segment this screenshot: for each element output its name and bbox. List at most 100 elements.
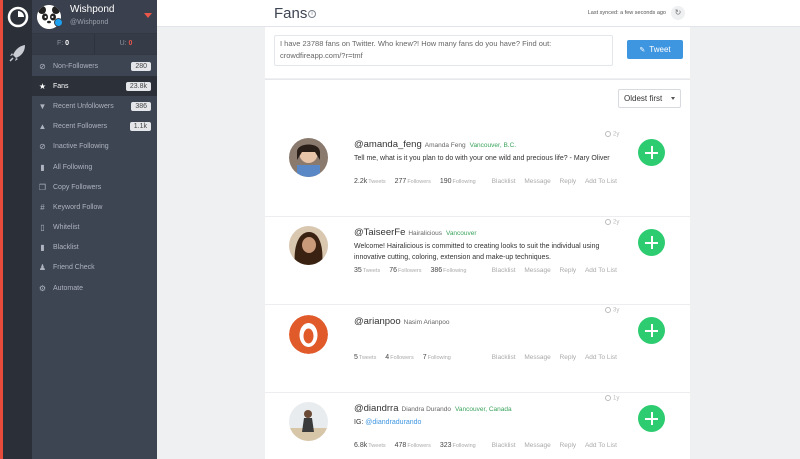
page-header: Fans i Last synced: a few seconds ago ↻ — [157, 0, 800, 27]
list-item: @diandrra Diandra Durando Vancouver, Canad… — [265, 393, 690, 459]
message-link[interactable]: Message — [524, 178, 550, 185]
star-icon: ★ — [38, 81, 47, 91]
refresh-icon[interactable]: ↻ — [671, 6, 685, 20]
sync-status: Last synced: a few seconds ago — [587, 10, 666, 16]
account-handle: @Wishpond — [70, 19, 109, 26]
follow-button[interactable] — [638, 317, 665, 344]
hashtag-icon: # — [40, 202, 45, 212]
caret-down-icon — [671, 97, 675, 100]
sidebar: Wishpond @Wishpond F: 0 U: 0 ⊘ Non-Follo… — [32, 0, 157, 459]
sidebar-item-recent-followers[interactable]: ▲ Recent Followers 1.1k — [32, 117, 157, 137]
sidebar-item-keyword-follow[interactable]: # Keyword Follow — [32, 197, 157, 217]
chevron-down-icon[interactable] — [144, 13, 152, 18]
blacklist-link[interactable]: Blacklist — [492, 267, 516, 274]
sidebar-item-non-followers[interactable]: ⊘ Non-Followers 280 — [32, 56, 157, 76]
user-handle[interactable]: @arianpoo Nasim Arianpoo — [354, 316, 450, 327]
reply-link[interactable]: Reply — [560, 354, 577, 361]
sidebar-item-fans[interactable]: ★ Fans 23.8k — [32, 76, 157, 97]
reply-link[interactable]: Reply — [560, 178, 577, 185]
item-count: 23.8k — [125, 81, 151, 91]
add-to-list-link[interactable]: Add To List — [585, 267, 617, 274]
sort-dropdown[interactable]: Oldest first — [618, 89, 681, 108]
user-stats: 5Tweets 4Followers 7Following — [354, 354, 451, 361]
file-icon: ▮ — [40, 162, 45, 172]
sidebar-item-automate[interactable]: ⚙ Automate — [32, 278, 157, 298]
clock-icon — [605, 307, 611, 313]
user-handle[interactable]: @TaiseerFe Hairalicious Vancouver — [354, 227, 477, 238]
user-bio: Welcome! Hairalicious is committed to cr… — [354, 243, 600, 261]
sidebar-item-friend-check[interactable]: ♟ Friend Check — [32, 258, 157, 278]
user-bio: Tell me, what is it you plan to do with … — [354, 155, 610, 162]
gears-icon: ⚙ — [38, 283, 47, 293]
unfollow-count: U: 0 — [94, 34, 157, 54]
fans-count: F: 0 — [56, 40, 70, 47]
add-to-list-link[interactable]: Add To List — [585, 354, 617, 361]
app-rail — [0, 0, 32, 459]
thumbs-down-icon: ▼ — [38, 101, 47, 111]
share-panel: I have 23788 fans on Twitter. Who knew?!… — [265, 27, 690, 78]
add-to-list-link[interactable]: Add To List — [585, 178, 617, 185]
sidebar-item-recent-unfollowers[interactable]: ▼ Recent Unfollowers 386 — [32, 96, 157, 116]
fans-list: Oldest first @amanda_feng Amanda Feng Vanc… — [265, 79, 690, 459]
item-count: 280 — [131, 61, 151, 71]
message-link[interactable]: Message — [524, 354, 550, 361]
people-icon: ♟ — [38, 263, 47, 273]
twitter-badge-icon — [54, 18, 63, 27]
add-to-list-link[interactable]: Add To List — [585, 442, 617, 449]
sidebar-item-copy-followers[interactable]: ❐ Copy Followers — [32, 177, 157, 197]
list-item: @arianpoo Nasim Arianpoo 3y 5Tweets 4Foll… — [265, 305, 690, 393]
follow-button[interactable] — [638, 229, 665, 256]
whitelist-icon: ▯ — [40, 223, 45, 233]
user-bio: IG: @diandradurando — [354, 419, 422, 426]
account-switcher[interactable]: Wishpond @Wishpond — [32, 0, 157, 33]
list-item: @amanda_feng Amanda Feng Vancouver, B.C. T… — [265, 129, 690, 217]
bio-link[interactable]: @diandradurando — [365, 419, 421, 426]
user-handle[interactable]: @diandrra Diandra Durando Vancouver, Canad… — [354, 403, 512, 414]
thumbs-up-icon: ▲ — [38, 122, 47, 132]
sidebar-item-whitelist[interactable]: ▯ Whitelist — [32, 218, 157, 238]
no-entry-icon: ⊘ — [39, 142, 46, 152]
user-stats: 6.8kTweets 478Followers 323Following — [354, 442, 476, 449]
account-name: Wishpond — [70, 4, 115, 15]
timestamp: 2y — [605, 131, 619, 138]
item-count: 1.1k — [129, 122, 151, 132]
tweet-textarea[interactable]: I have 23788 fans on Twitter. Who knew?!… — [274, 35, 613, 66]
blacklist-link[interactable]: Blacklist — [492, 442, 516, 449]
avatar[interactable] — [289, 315, 328, 354]
avatar[interactable] — [289, 402, 328, 441]
clock-icon — [605, 395, 611, 401]
blacklist-icon: ▮ — [40, 243, 45, 253]
avatar[interactable] — [289, 226, 328, 265]
crowdfire-logo-icon[interactable] — [7, 6, 29, 28]
blacklist-link[interactable]: Blacklist — [492, 354, 516, 361]
page-title: Fans — [274, 5, 308, 22]
reply-link[interactable]: Reply — [560, 442, 577, 449]
avatar[interactable] — [289, 138, 328, 177]
blacklist-link[interactable]: Blacklist — [492, 178, 516, 185]
user-actions: Blacklist Message Reply Add To List — [485, 267, 617, 274]
timestamp: 3y — [605, 307, 619, 314]
list-item: @TaiseerFe Hairalicious Vancouver Welcome!… — [265, 217, 690, 305]
user-actions: Blacklist Message Reply Add To List — [485, 178, 617, 185]
follow-button[interactable] — [638, 405, 665, 432]
message-link[interactable]: Message — [524, 267, 550, 274]
sidebar-item-all-following[interactable]: ▮ All Following — [32, 157, 157, 177]
ban-icon: ⊘ — [39, 61, 46, 71]
follow-button[interactable] — [638, 139, 665, 166]
clock-icon — [605, 219, 611, 225]
clock-icon — [605, 131, 611, 137]
tweet-button[interactable]: ✎ Tweet — [627, 40, 683, 59]
reply-link[interactable]: Reply — [560, 267, 577, 274]
sidebar-item-blacklist[interactable]: ▮ Blacklist — [32, 238, 157, 258]
item-count: 386 — [131, 101, 151, 111]
message-link[interactable]: Message — [524, 442, 550, 449]
copy-icon: ❐ — [38, 182, 47, 192]
follow-counts: F: 0 U: 0 — [32, 33, 157, 55]
sidebar-item-inactive-following[interactable]: ⊘ Inactive Following — [32, 137, 157, 157]
timestamp: 1y — [605, 395, 619, 402]
rocket-icon[interactable] — [7, 42, 29, 64]
info-icon[interactable]: i — [308, 10, 316, 18]
user-actions: Blacklist Message Reply Add To List — [485, 442, 617, 449]
user-stats: 2.2kTweets 277Followers 190Following — [354, 178, 476, 185]
user-handle[interactable]: @amanda_feng Amanda Feng Vancouver, B.C. — [354, 139, 516, 150]
